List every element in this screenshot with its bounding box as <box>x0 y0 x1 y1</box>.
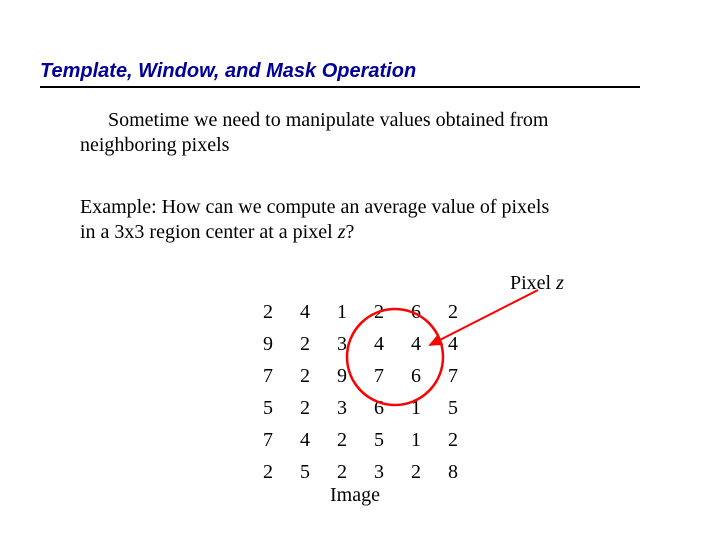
cell: 5 <box>260 392 297 424</box>
pixel-z-var: z <box>556 272 564 294</box>
cell: 2 <box>297 392 334 424</box>
cell: 2 <box>371 296 408 328</box>
cell: 1 <box>408 392 445 424</box>
example-qmark: ? <box>345 221 354 243</box>
intro-line-2: neighboring pixels <box>80 134 229 156</box>
cell: 3 <box>334 328 371 360</box>
cell: 7 <box>445 360 482 392</box>
pixel-z-label: Pixel z <box>510 272 564 295</box>
cell: 2 <box>260 296 297 328</box>
title-underline <box>40 86 640 88</box>
cell: 1 <box>408 424 445 456</box>
cell: 2 <box>297 328 334 360</box>
cell: 7 <box>371 360 408 392</box>
intro-line-1: Sometime we need to manipulate values ob… <box>108 109 548 131</box>
cell: 2 <box>297 360 334 392</box>
grid-caption: Image <box>330 484 380 507</box>
intro-paragraph: Sometime we need to manipulate values ob… <box>80 108 640 158</box>
cell: 4 <box>371 328 408 360</box>
cell: 2 <box>260 456 297 488</box>
cell: 4 <box>445 328 482 360</box>
cell: 6 <box>408 360 445 392</box>
example-paragraph: Example: How can we compute an average v… <box>80 195 640 245</box>
pixel-grid: 2 4 1 2 6 2 9 2 3 4 4 4 7 2 9 7 6 7 5 2 … <box>260 296 482 488</box>
cell: 4 <box>408 328 445 360</box>
pixel-z-prefix: Pixel <box>510 272 556 294</box>
table-row: 5 2 3 6 1 5 <box>260 392 482 424</box>
cell: 5 <box>297 456 334 488</box>
table-row: 7 2 9 7 6 7 <box>260 360 482 392</box>
example-line-1: Example: How can we compute an average v… <box>80 196 549 218</box>
cell: 1 <box>334 296 371 328</box>
cell: 8 <box>445 456 482 488</box>
cell: 2 <box>445 296 482 328</box>
cell: 7 <box>260 424 297 456</box>
table-row: 7 4 2 5 1 2 <box>260 424 482 456</box>
cell: 5 <box>445 392 482 424</box>
cell: 2 <box>408 456 445 488</box>
cell: 3 <box>334 392 371 424</box>
cell: 5 <box>371 424 408 456</box>
example-line-2a: in a 3x3 region center at a pixel <box>80 221 338 243</box>
cell: 4 <box>297 296 334 328</box>
cell: 9 <box>334 360 371 392</box>
cell: 4 <box>297 424 334 456</box>
page-title: Template, Window, and Mask Operation <box>40 60 416 83</box>
cell: 6 <box>408 296 445 328</box>
cell: 2 <box>334 424 371 456</box>
cell: 9 <box>260 328 297 360</box>
table-row: 9 2 3 4 4 4 <box>260 328 482 360</box>
cell: 2 <box>445 424 482 456</box>
cell: 6 <box>371 392 408 424</box>
cell: 7 <box>260 360 297 392</box>
table-row: 2 4 1 2 6 2 <box>260 296 482 328</box>
